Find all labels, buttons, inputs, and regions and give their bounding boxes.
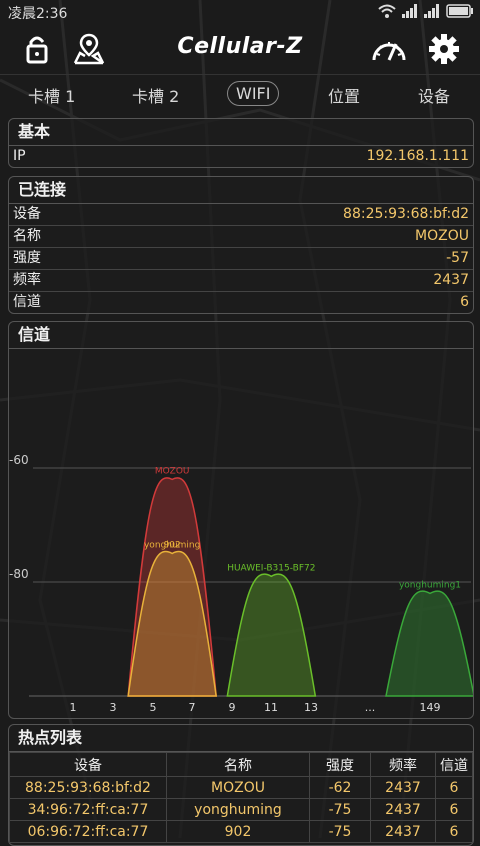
tab-slot-2[interactable]: 卡槽 2 — [132, 83, 179, 107]
col-strength: 强度 — [309, 752, 371, 777]
cell-name: yonghuming — [166, 798, 310, 821]
hotspot-card: 热点列表 设备 名称 强度 频率 信道 88:25:93:68:bf:d2 MO… — [8, 724, 474, 846]
series-label: yonghuming1 — [399, 580, 461, 590]
cell-frequency: 2437 — [370, 776, 436, 799]
status-bar: 凌晨2:36 — [0, 0, 480, 26]
x-tick-label: 11 — [264, 701, 278, 714]
app-bar: Cellular-Z — [0, 26, 480, 72]
y-tick-label: -80 — [9, 567, 29, 581]
frequency-label: 频率 — [13, 272, 41, 288]
channel-row: 信道 6 — [9, 292, 473, 313]
tab-slot-1[interactable]: 卡槽 1 — [28, 83, 75, 107]
frequency-value: 2437 — [433, 272, 469, 288]
channel-header: 信道 — [9, 322, 473, 349]
channel-curve — [226, 573, 317, 697]
wifi-icon — [378, 4, 396, 18]
x-tick-label: 3 — [110, 701, 117, 714]
cell-channel: 6 — [435, 820, 473, 843]
connected-header: 已连接 — [9, 177, 473, 204]
cell-strength: -62 — [309, 776, 371, 799]
signal-icon-1 — [402, 4, 417, 18]
ip-value: 192.168.1.111 — [366, 148, 469, 164]
name-value: MOZOU — [415, 228, 469, 244]
frequency-row: 频率 2437 — [9, 270, 473, 292]
col-name: 名称 — [166, 752, 310, 777]
tab-bar: 卡槽 1 卡槽 2 WIFI 位置 设备 — [0, 74, 480, 117]
cell-channel: 6 — [435, 798, 473, 821]
cell-device: 34:96:72:ff:ca:77 — [9, 798, 167, 821]
device-value: 88:25:93:68:bf:d2 — [343, 206, 469, 222]
channel-value: 6 — [460, 294, 469, 310]
y-tick-label: -60 — [9, 453, 29, 467]
tab-device[interactable]: 设备 — [418, 83, 450, 107]
x-tick-label: 7 — [189, 701, 196, 714]
status-time: 凌晨2:36 — [8, 6, 68, 22]
basic-header: 基本 — [9, 119, 473, 146]
x-tick-label: 13 — [304, 701, 318, 714]
cell-name: 902 — [166, 820, 310, 843]
name-row: 名称 MOZOU — [9, 226, 473, 248]
cell-frequency: 2437 — [370, 820, 436, 843]
col-frequency: 频率 — [370, 752, 436, 777]
x-tick-label: 9 — [229, 701, 236, 714]
strength-label: 强度 — [13, 250, 41, 266]
x-tick-label: 149 — [420, 701, 441, 714]
col-channel: 信道 — [435, 752, 473, 777]
x-tick-label: 1 — [70, 701, 77, 714]
gear-icon[interactable] — [427, 32, 461, 66]
strength-value: -57 — [446, 250, 469, 266]
channel-card: 信道 -60 -80 1 3 5 7 9 11 13... 149 MOZOU yonghuming 9… — [8, 321, 474, 719]
channel-curve — [385, 590, 473, 697]
basic-card: 基本 IP 192.168.1.111 — [8, 118, 474, 168]
app-title: Cellular-Z — [177, 34, 303, 59]
table-row[interactable]: 88:25:93:68:bf:d2 MOZOU -62 2437 6 — [9, 776, 473, 799]
channel-label: 信道 — [13, 294, 41, 310]
cell-strength: -75 — [309, 820, 371, 843]
cell-channel: 6 — [435, 776, 473, 799]
x-tick-label: 5 — [150, 701, 157, 714]
table-row[interactable]: 34:96:72:ff:ca:77 yonghuming -75 2437 6 — [9, 798, 473, 821]
series-label: HUAWEI-B315-BF72 — [227, 563, 315, 573]
series-label: 902 — [164, 541, 181, 551]
tab-wifi[interactable]: WIFI — [227, 81, 280, 106]
battery-icon — [446, 4, 473, 18]
ip-label: IP — [13, 148, 26, 164]
tab-location[interactable]: 位置 — [328, 83, 360, 107]
cell-device: 88:25:93:68:bf:d2 — [9, 776, 167, 799]
cell-name: MOZOU — [166, 776, 310, 799]
name-label: 名称 — [13, 228, 41, 244]
hotspot-header: 热点列表 — [9, 725, 473, 752]
col-device: 设备 — [9, 752, 167, 777]
strength-row: 强度 -57 — [9, 248, 473, 270]
signal-icon-2 — [424, 4, 439, 18]
hotspot-header-row: 设备 名称 强度 频率 信道 — [9, 752, 473, 777]
device-label: 设备 — [13, 206, 41, 222]
device-row: 设备 88:25:93:68:bf:d2 — [9, 204, 473, 226]
cell-strength: -75 — [309, 798, 371, 821]
connected-card: 已连接 设备 88:25:93:68:bf:d2 名称 MOZOU 强度 -57… — [8, 176, 474, 314]
speedometer-icon[interactable] — [370, 32, 408, 66]
hotspot-table: 设备 名称 强度 频率 信道 88:25:93:68:bf:d2 MOZOU -… — [9, 752, 473, 843]
ip-row: IP 192.168.1.111 — [9, 146, 473, 167]
channel-chart: -60-801 3 5 7 9 11 13... 149MOZOUyonghuming902H… — [9, 453, 473, 714]
x-tick-label: ... — [365, 701, 376, 714]
series-label: MOZOU — [155, 466, 190, 476]
cell-frequency: 2437 — [370, 798, 436, 821]
table-row[interactable]: 06:96:72:ff:ca:77 902 -75 2437 6 — [9, 820, 473, 843]
cell-device: 06:96:72:ff:ca:77 — [9, 820, 167, 843]
